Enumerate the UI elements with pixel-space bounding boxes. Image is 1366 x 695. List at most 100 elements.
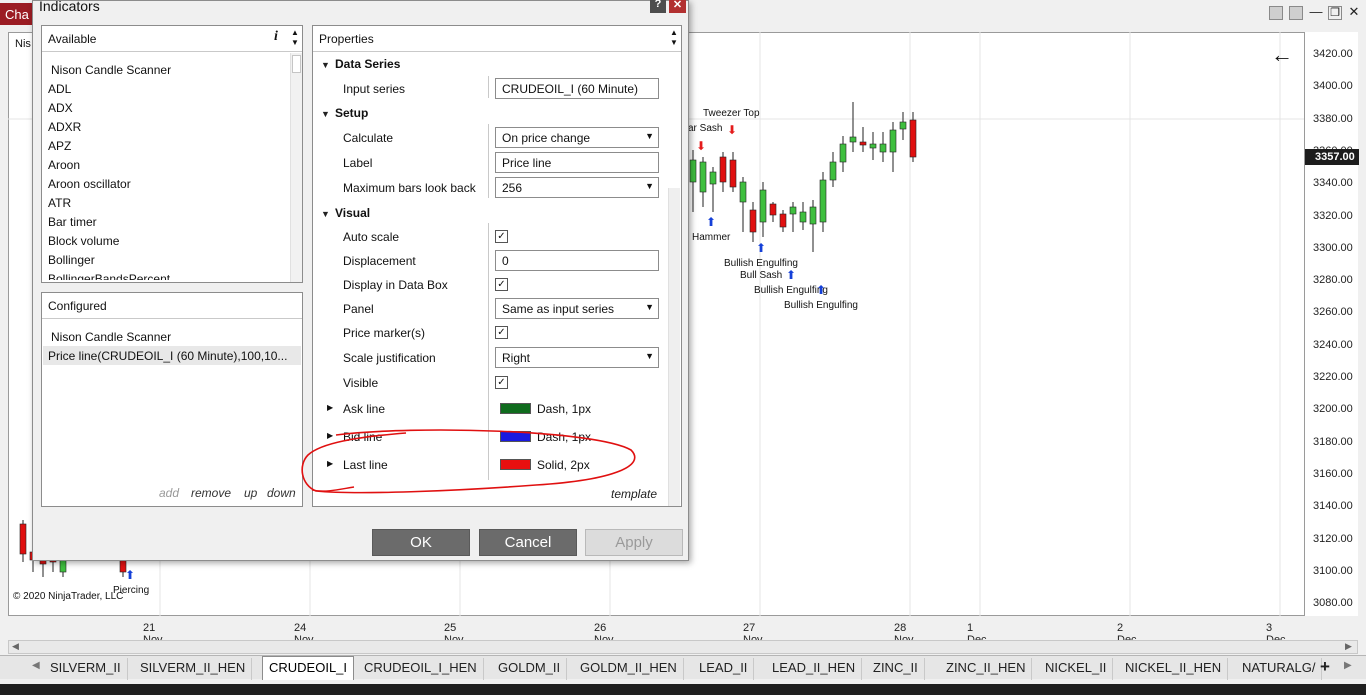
- candle-body: [829, 161, 837, 181]
- tab-lead-ii-hen[interactable]: LEAD_II_HEN: [766, 658, 863, 680]
- candle-body: [839, 143, 847, 163]
- down-link[interactable]: down: [267, 486, 296, 500]
- available-item[interactable]: Aroon oscillator: [48, 177, 131, 191]
- cancel-button[interactable]: Cancel: [479, 529, 577, 556]
- tab-naturalg-[interactable]: NATURALG/: [1236, 658, 1323, 680]
- ask-line-value[interactable]: Dash, 1px: [537, 402, 591, 416]
- scroll-left-icon[interactable]: ◀: [12, 641, 19, 652]
- configured-header: Configured: [42, 293, 302, 319]
- ok-button[interactable]: OK: [372, 529, 470, 556]
- calculate-select[interactable]: On price change: [495, 127, 659, 148]
- available-item[interactable]: APZ: [48, 139, 71, 153]
- tab-crudeoil-i[interactable]: CRUDEOIL_I: [262, 656, 355, 680]
- add-link[interactable]: add: [159, 486, 179, 500]
- ask-line-color-swatch[interactable]: [500, 403, 531, 414]
- prop-label: Label: [343, 156, 373, 170]
- tab-zinc-ii-hen[interactable]: ZINC_II_HEN: [940, 658, 1033, 680]
- price-tick-label: 3380.00: [1313, 112, 1353, 125]
- sort-arrows-icon[interactable]: ▲ ▼: [670, 28, 678, 48]
- expand-icon[interactable]: ▶: [327, 403, 333, 412]
- candle-body: [729, 159, 737, 188]
- collapse-icon[interactable]: ▼: [321, 209, 335, 219]
- available-item[interactable]: Block volume: [48, 234, 119, 248]
- tile-icon[interactable]: [1269, 6, 1283, 20]
- data-box-checkbox[interactable]: ✓: [495, 278, 508, 291]
- tab-zinc-ii[interactable]: ZINC_II: [867, 658, 925, 680]
- scroll-right-icon[interactable]: ▶: [1345, 641, 1352, 652]
- available-item[interactable]: ADL: [48, 82, 71, 96]
- arrow-left-icon[interactable]: ←: [1271, 42, 1293, 68]
- tab-scroll-left-icon[interactable]: ◀: [32, 660, 40, 671]
- available-item[interactable]: Nison Candle Scanner: [51, 63, 171, 77]
- tile-icon-2[interactable]: [1289, 6, 1303, 20]
- input-series-field[interactable]: CRUDEOIL_I (60 Minute): [495, 78, 659, 99]
- available-item[interactable]: ADX: [48, 101, 73, 115]
- tab-scroll-right-icon[interactable]: ▶: [1344, 660, 1352, 671]
- section-title: Visual: [335, 206, 371, 220]
- candle-body: [799, 211, 807, 223]
- close-window-icon[interactable]: ✕: [1347, 5, 1361, 20]
- arrow-down-icon: ⬇: [696, 139, 707, 153]
- add-tab-icon[interactable]: +: [1320, 657, 1330, 677]
- section-title: Data Series: [335, 57, 401, 71]
- pattern-label: Bullish Engulfing: [784, 300, 858, 311]
- section-visual[interactable]: ▼ Visual: [321, 206, 370, 220]
- visible-checkbox[interactable]: ✓: [495, 376, 508, 389]
- price-tick-label: 3180.00: [1313, 435, 1353, 448]
- available-scrollbar[interactable]: [290, 53, 302, 282]
- sort-arrows-icon[interactable]: ▲ ▼: [291, 28, 299, 48]
- configured-item[interactable]: Nison Candle Scanner: [51, 330, 171, 344]
- panel-select[interactable]: Same as input series: [495, 298, 659, 319]
- prop-label: Visible: [343, 376, 379, 390]
- tab-crudeoil-i-hen[interactable]: CRUDEOIL_I_HEN: [358, 658, 484, 680]
- tab-silverm-ii[interactable]: SILVERM_II: [44, 658, 128, 680]
- available-item[interactable]: Bar timer: [48, 215, 97, 229]
- max-bars-select[interactable]: 256: [495, 177, 659, 198]
- available-item[interactable]: Bollinger: [48, 253, 95, 267]
- candle-body: [739, 181, 747, 203]
- candle-body: [689, 159, 697, 183]
- properties-scrollbar[interactable]: [668, 188, 680, 506]
- available-item[interactable]: ADXR: [48, 120, 81, 134]
- tab-nickel-ii-hen[interactable]: NICKEL_II_HEN: [1119, 658, 1229, 680]
- last-price-marker: 3357.00: [1305, 149, 1359, 165]
- help-icon[interactable]: ?: [650, 0, 666, 13]
- tab-nickel-ii[interactable]: NICKEL_II: [1039, 658, 1114, 680]
- tab-silverm-ii-hen[interactable]: SILVERM_II_HEN: [134, 658, 253, 680]
- available-item[interactable]: Aroon: [48, 158, 80, 172]
- price-tick-label: 3300.00: [1313, 241, 1353, 254]
- horizontal-scrollbar[interactable]: ◀ ▶: [8, 640, 1358, 654]
- tab-lead-ii[interactable]: LEAD_II: [693, 658, 755, 680]
- price-tick-label: 3240.00: [1313, 338, 1353, 351]
- remove-link[interactable]: remove: [191, 486, 231, 500]
- prop-label: Scale justification: [343, 351, 436, 365]
- close-icon[interactable]: ✕: [669, 0, 686, 13]
- price-markers-checkbox[interactable]: ✓: [495, 326, 508, 339]
- minimize-icon[interactable]: —: [1309, 5, 1323, 20]
- section-setup[interactable]: ▼ Setup: [321, 106, 368, 120]
- collapse-icon[interactable]: ▼: [321, 60, 335, 70]
- scale-justification-select[interactable]: Right: [495, 347, 659, 368]
- available-item[interactable]: BollingerBandsPercent: [48, 272, 170, 280]
- tab-goldm-ii[interactable]: GOLDM_II: [492, 658, 568, 680]
- instrument-tabs: ◀ SILVERM_II SILVERM_II_HEN CRUDEOIL_I CRUD…: [0, 655, 1366, 680]
- info-icon[interactable]: i: [274, 29, 278, 45]
- section-title: Setup: [335, 106, 369, 120]
- collapse-icon[interactable]: ▼: [321, 109, 335, 119]
- configured-item-selected[interactable]: Price line(CRUDEOIL_I (60 Minute),100,10…: [48, 349, 287, 363]
- prop-label: Display in Data Box: [343, 278, 448, 292]
- tab-goldm-ii-hen[interactable]: GOLDM_II_HEN: [574, 658, 684, 680]
- label-field[interactable]: Price line: [495, 152, 659, 173]
- restore-icon[interactable]: ❐: [1328, 6, 1342, 20]
- price-axis[interactable]: 3420.003400.003380.003360.003340.003320.…: [1304, 32, 1359, 616]
- available-item[interactable]: ATR: [48, 196, 71, 210]
- arrow-up-icon: ⬆: [706, 215, 717, 229]
- prop-label: Price marker(s): [343, 326, 426, 340]
- auto-scale-checkbox[interactable]: ✓: [495, 230, 508, 243]
- copyright: © 2020 NinjaTrader, LLC: [13, 591, 124, 602]
- properties-title: Properties: [319, 32, 374, 46]
- displacement-field[interactable]: 0: [495, 250, 659, 271]
- apply-button[interactable]: Apply: [585, 529, 683, 556]
- section-data-series[interactable]: ▼ Data Series: [321, 57, 400, 71]
- up-link[interactable]: up: [244, 486, 257, 500]
